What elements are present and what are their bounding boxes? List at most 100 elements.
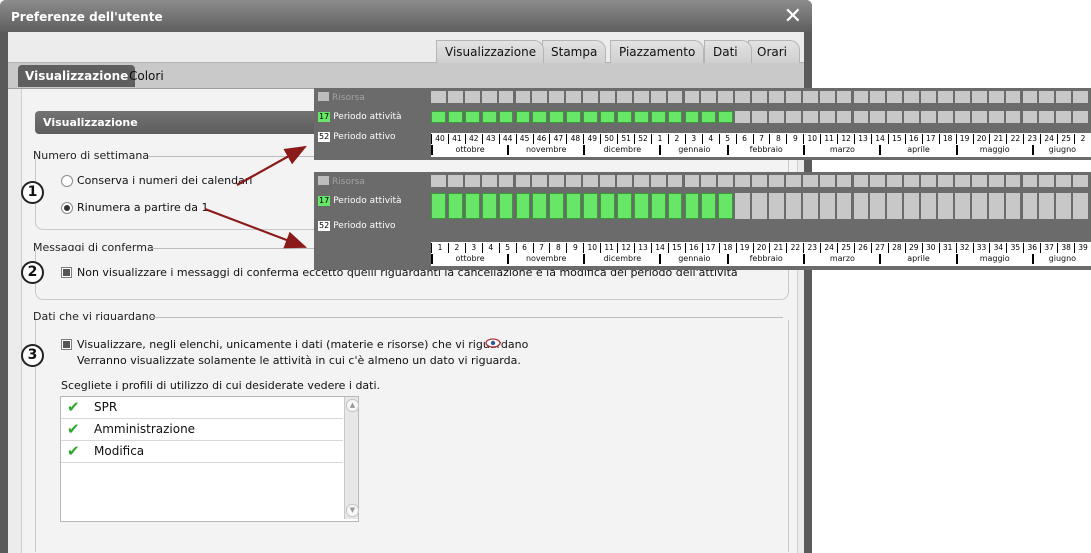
resource-cell bbox=[904, 175, 920, 187]
resource-cell bbox=[481, 91, 497, 103]
week-number: 34 bbox=[989, 243, 1006, 253]
week-number: 2 bbox=[1074, 134, 1091, 144]
calendar-preview-1: Risorsa 17 Periodo attività 52 Periodo att… bbox=[314, 88, 1091, 160]
activity-cell bbox=[988, 111, 1004, 123]
week-number: 14 bbox=[871, 134, 888, 144]
activity-cell bbox=[600, 111, 615, 123]
tab-stampa[interactable]: Stampa bbox=[542, 40, 606, 63]
activity-cell bbox=[447, 111, 463, 123]
resource-cell bbox=[718, 175, 734, 187]
week-number: 14 bbox=[651, 243, 668, 253]
week-number: 20 bbox=[752, 243, 770, 253]
resource-cell bbox=[785, 175, 801, 187]
month-label: febbraio bbox=[727, 254, 803, 264]
tab-orari[interactable]: Orari bbox=[748, 40, 800, 63]
activity-cell bbox=[481, 193, 497, 219]
resource-cell bbox=[633, 91, 649, 103]
activity-cell bbox=[701, 111, 717, 123]
month-label: gennaio bbox=[659, 254, 727, 264]
activity-cell bbox=[431, 193, 446, 219]
week-number: 4 bbox=[701, 134, 719, 144]
resource-cell bbox=[938, 91, 953, 103]
tab-piazzamento[interactable]: Piazzamento bbox=[610, 40, 704, 63]
tab-visualizzazione[interactable]: Visualizzazione bbox=[436, 40, 544, 63]
callout-arrows bbox=[204, 145, 308, 249]
month-label: giugno bbox=[1031, 145, 1091, 155]
week-number: 1 bbox=[431, 243, 448, 253]
week-number: 5 bbox=[498, 243, 516, 253]
week-number: 26 bbox=[854, 243, 871, 253]
resource-cell bbox=[566, 91, 582, 103]
month-label: febbraio bbox=[727, 145, 803, 155]
resource-cell bbox=[1073, 91, 1089, 103]
month-label: marzo bbox=[803, 145, 879, 155]
resource-cell bbox=[650, 175, 666, 187]
week-number: 17 bbox=[701, 243, 719, 253]
week-number: 13 bbox=[634, 243, 651, 253]
resource-cell bbox=[532, 175, 548, 187]
week-number: 29 bbox=[904, 243, 922, 253]
activity-cell bbox=[667, 111, 683, 123]
resource-cell bbox=[988, 175, 1004, 187]
resource-cell bbox=[769, 175, 784, 187]
row-label: Periodo attivo bbox=[333, 132, 396, 142]
activity-cell bbox=[954, 111, 970, 123]
active-badge: 52 bbox=[318, 221, 331, 231]
week-number: 51 bbox=[617, 134, 634, 144]
resource-cell bbox=[667, 175, 683, 187]
month-label: ottobre bbox=[431, 145, 507, 155]
activity-cell bbox=[971, 111, 987, 123]
resource-cell bbox=[616, 175, 632, 187]
week-number: 19 bbox=[955, 134, 973, 144]
activity-cell bbox=[532, 193, 548, 219]
row-label: Risorsa bbox=[332, 177, 365, 187]
tab-label: Orari bbox=[757, 45, 787, 59]
week-number: 16 bbox=[904, 134, 922, 144]
week-number: 22 bbox=[786, 243, 803, 253]
resource-swatch bbox=[318, 92, 329, 101]
activity-cell bbox=[464, 111, 480, 123]
resource-cell bbox=[1022, 91, 1038, 103]
activity-cell bbox=[532, 111, 548, 123]
activity-cell bbox=[718, 111, 734, 123]
activity-cell bbox=[938, 193, 953, 219]
week-number: 20 bbox=[972, 134, 990, 144]
week-number: 21 bbox=[989, 134, 1006, 144]
week-number: 23 bbox=[1023, 134, 1040, 144]
resource-cell bbox=[701, 175, 717, 187]
resource-cell bbox=[650, 91, 666, 103]
week-number: 38 bbox=[1057, 243, 1074, 253]
activity-cell bbox=[1039, 111, 1055, 123]
resource-cell bbox=[988, 91, 1004, 103]
activity-cell bbox=[650, 193, 666, 219]
resource-cell bbox=[718, 91, 734, 103]
week-number: 10 bbox=[583, 243, 600, 253]
resource-cell bbox=[667, 91, 683, 103]
activity-cell bbox=[1073, 111, 1089, 123]
resource-cell bbox=[954, 175, 970, 187]
activity-badge: 17 bbox=[318, 112, 331, 122]
tab-dati[interactable]: Dati bbox=[704, 40, 752, 63]
resource-cell bbox=[566, 175, 582, 187]
month-label: marzo bbox=[803, 254, 879, 264]
activity-cell bbox=[650, 111, 666, 123]
resource-cell bbox=[954, 91, 970, 103]
resource-cell bbox=[464, 175, 480, 187]
week-number: 15 bbox=[667, 243, 685, 253]
resource-cell bbox=[870, 91, 886, 103]
activity-cell bbox=[1005, 111, 1021, 123]
activity-cell bbox=[802, 111, 818, 123]
resource-cell bbox=[785, 91, 801, 103]
resource-cell bbox=[532, 91, 548, 103]
week-number: 3 bbox=[684, 134, 702, 144]
activity-cell bbox=[498, 111, 514, 123]
week-number: 42 bbox=[464, 134, 482, 144]
activity-cell bbox=[769, 111, 784, 123]
calendar-preview-2: Risorsa 17 Periodo attività 52 Periodo att… bbox=[314, 172, 1091, 270]
week-number: 8 bbox=[549, 243, 566, 253]
month-label: aprile bbox=[879, 145, 955, 155]
week-number: 1 bbox=[651, 134, 668, 144]
resource-cell bbox=[431, 91, 446, 103]
week-number: 32 bbox=[955, 243, 973, 253]
resource-cell bbox=[1005, 91, 1021, 103]
